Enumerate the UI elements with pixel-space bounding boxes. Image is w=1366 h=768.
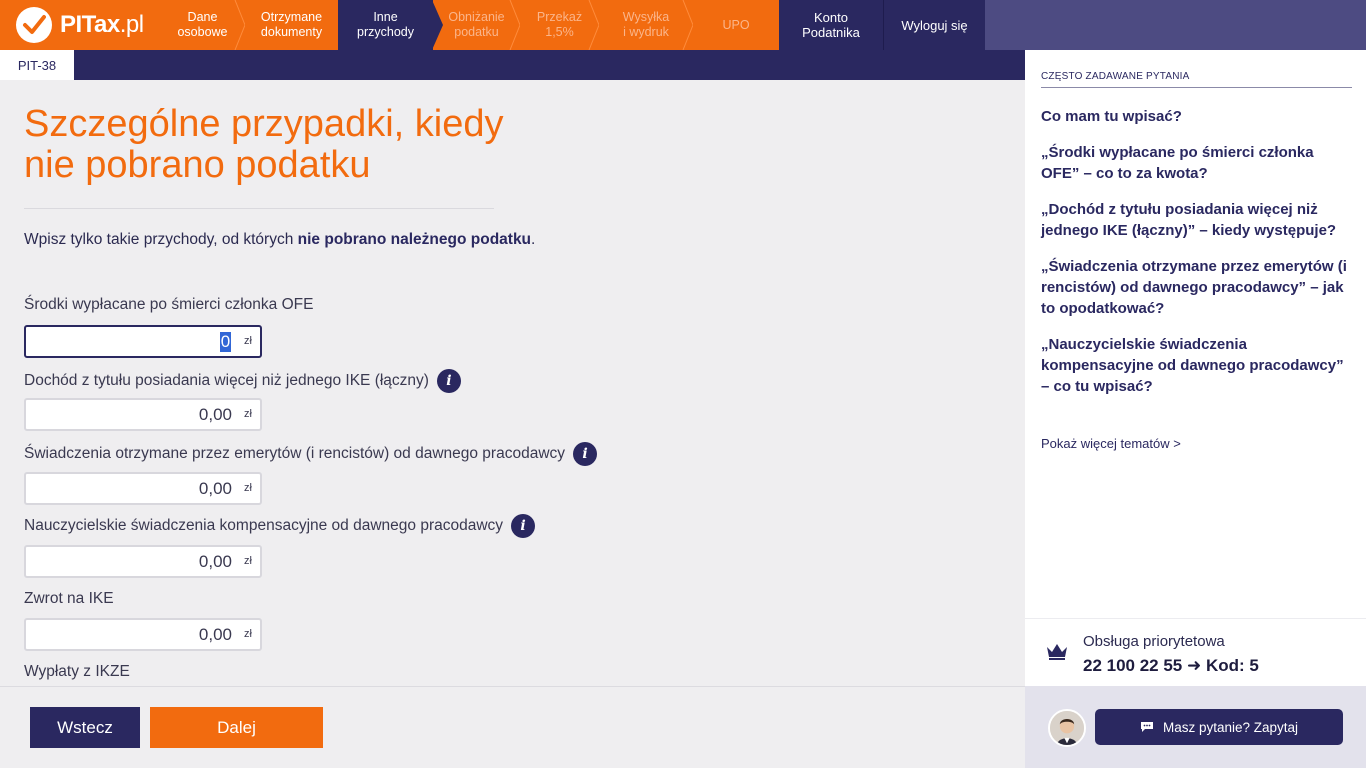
currency-unit: zł <box>244 555 252 567</box>
teacher-benefits-input[interactable] <box>26 547 234 576</box>
step-otrzymane-dokumenty[interactable]: Otrzymane dokumenty <box>245 0 338 50</box>
faq-list: Co mam tu wpisać? „Środki wypłacane po ś… <box>1041 106 1353 412</box>
field-label-teacher-benefits: Nauczycielskie świadczenia kompensacyjne… <box>24 514 536 538</box>
logo-text: PITax <box>60 11 120 38</box>
title-line2: nie pobrano podatku <box>24 144 371 186</box>
step-arrow <box>432 0 443 50</box>
currency-unit: zł <box>244 335 252 347</box>
faq-item[interactable]: „Dochód z tytułu posiadania więcej niż j… <box>1041 199 1353 241</box>
main-content: Szczególne przypadki, kiedy nie pobrano … <box>0 80 1025 686</box>
faq-item[interactable]: „Nauczycielskie świadczenia kompensacyjn… <box>1041 334 1353 397</box>
next-button[interactable]: Dalej <box>150 707 323 748</box>
step-line1: Wysyłka <box>622 10 670 24</box>
chat-bubble-icon <box>1140 722 1153 732</box>
field-label-ofe: Środki wypłacane po śmierci członka OFE <box>24 296 313 314</box>
tab-pit-38[interactable]: PIT-38 <box>0 50 74 80</box>
faq-item[interactable]: Co mam tu wpisać? <box>1041 106 1353 127</box>
intro-suffix: . <box>531 231 536 248</box>
step-line1: Przekaż <box>536 10 583 24</box>
field-label-pensioner-benefits: Świadczenia otrzymane przez emerytów (i … <box>24 442 598 466</box>
logo-suffix: .pl <box>119 11 144 38</box>
field-label-text: Wypłaty z IKZE <box>24 663 130 680</box>
step-line1: UPO <box>722 17 750 32</box>
field-label-ike-income: Dochód z tytułu posiadania więcej niż je… <box>24 369 461 393</box>
step-line2: osobowe <box>177 25 228 39</box>
top-navigation: PITax .pl Dane osobowe Otrzymane dokumenty … <box>0 0 1366 50</box>
form-tabs-bar: PIT-38 <box>0 50 1025 80</box>
pensioner-benefits-field[interactable]: zł <box>24 472 262 505</box>
ofe-amount-field[interactable]: 0 zł <box>24 325 262 358</box>
title-line1: Szczególne przypadki, kiedy <box>24 103 504 145</box>
logo[interactable]: PITax .pl <box>0 0 160 50</box>
faq-sidebar: CZĘSTO ZADAWANE PYTANIA Co mam tu wpisać… <box>1025 50 1366 618</box>
intro-prefix: Wpisz tylko takie przychody, od których <box>24 231 298 248</box>
chat-bar: Masz pytanie? Zapytaj <box>1025 686 1366 768</box>
step-dane-osobowe[interactable]: Dane osobowe <box>160 0 246 50</box>
info-icon[interactable]: i <box>436 369 461 393</box>
divider <box>24 208 494 209</box>
currency-unit: zł <box>244 408 252 420</box>
faq-more-link[interactable]: Pokaż więcej tematów > <box>1041 436 1181 451</box>
step-line2: podatku <box>454 25 499 39</box>
teacher-benefits-field[interactable]: zł <box>24 545 262 578</box>
step-line2: dokumenty <box>260 25 323 39</box>
account-button[interactable]: Konto Podatnika <box>779 0 883 50</box>
field-label-text: Nauczycielskie świadczenia kompensacyjne… <box>24 517 504 534</box>
step-wysylka: Wysyłka i wydruk <box>599 0 694 50</box>
intro-bold: nie pobrano należnego podatku <box>297 231 532 248</box>
step-line1: Obniżanie <box>448 10 505 24</box>
field-label-text: Dochód z tytułu posiadania więcej niż je… <box>24 372 429 389</box>
header-filler <box>985 0 1366 50</box>
step-line2: 1,5% <box>545 25 574 39</box>
field-label-text: Świadczenia otrzymane przez emerytów (i … <box>24 445 566 462</box>
logout-button[interactable]: Wyloguj się <box>883 0 985 50</box>
priority-support: Obsługa priorytetowa 22 100 22 55 ➜ Kod:… <box>1025 618 1366 686</box>
chat-label: Masz pytanie? Zapytaj <box>1162 719 1299 735</box>
check-badge-icon <box>16 7 52 43</box>
step-upo: UPO <box>693 0 779 50</box>
bottom-navigation: Wstecz Dalej <box>0 686 1025 768</box>
crown-icon <box>1047 644 1067 660</box>
ike-income-field[interactable]: zł <box>24 398 262 431</box>
priority-label: Obsługa priorytetowa <box>1083 633 1225 650</box>
consultant-avatar <box>1048 709 1086 747</box>
ike-refund-field[interactable]: zł <box>24 618 262 651</box>
chat-button[interactable]: Masz pytanie? Zapytaj <box>1095 709 1343 745</box>
info-icon[interactable]: i <box>573 442 598 466</box>
step-line1: Dane <box>187 10 218 24</box>
priority-phone[interactable]: 22 100 22 55 ➜ Kod: 5 <box>1083 656 1259 676</box>
currency-unit: zł <box>244 628 252 640</box>
step-line1: Inne <box>373 10 398 24</box>
ike-income-input[interactable] <box>26 400 234 429</box>
intro-text: Wpisz tylko takie przychody, od których … <box>24 231 535 249</box>
faq-item[interactable]: „Środki wypłacane po śmierci członka OFE… <box>1041 142 1353 184</box>
account-line2: Podatnika <box>802 25 860 40</box>
step-inne-przychody[interactable]: Inne przychody <box>338 0 443 50</box>
field-label-ike-refund: Zwrot na IKE <box>24 590 114 608</box>
field-label-text: Zwrot na IKE <box>24 590 114 607</box>
step-przekaz: Przekaż 1,5% <box>520 0 600 50</box>
pensioner-benefits-input[interactable] <box>26 474 234 503</box>
back-button[interactable]: Wstecz <box>30 707 140 748</box>
account-line1: Konto <box>814 10 848 25</box>
step-obnizanie-podatku: Obniżanie podatku <box>433 0 521 50</box>
faq-heading: CZĘSTO ZADAWANE PYTANIA <box>1041 71 1352 88</box>
step-line2: przychody <box>357 25 414 39</box>
ike-refund-input[interactable] <box>26 620 234 649</box>
step-line1: Otrzymane <box>260 10 323 24</box>
faq-item[interactable]: „Świadczenia otrzymane przez emerytów (i… <box>1041 256 1353 319</box>
field-label-text: Środki wypłacane po śmierci członka OFE <box>24 296 314 313</box>
info-icon[interactable]: i <box>511 514 536 538</box>
field-label-ikze-payout: Wypłaty z IKZE <box>24 663 130 681</box>
selected-value: 0 <box>220 332 231 352</box>
step-line2: i wydruk <box>623 25 669 39</box>
currency-unit: zł <box>244 482 252 494</box>
page-title: Szczególne przypadki, kiedy nie pobrano … <box>24 104 544 186</box>
